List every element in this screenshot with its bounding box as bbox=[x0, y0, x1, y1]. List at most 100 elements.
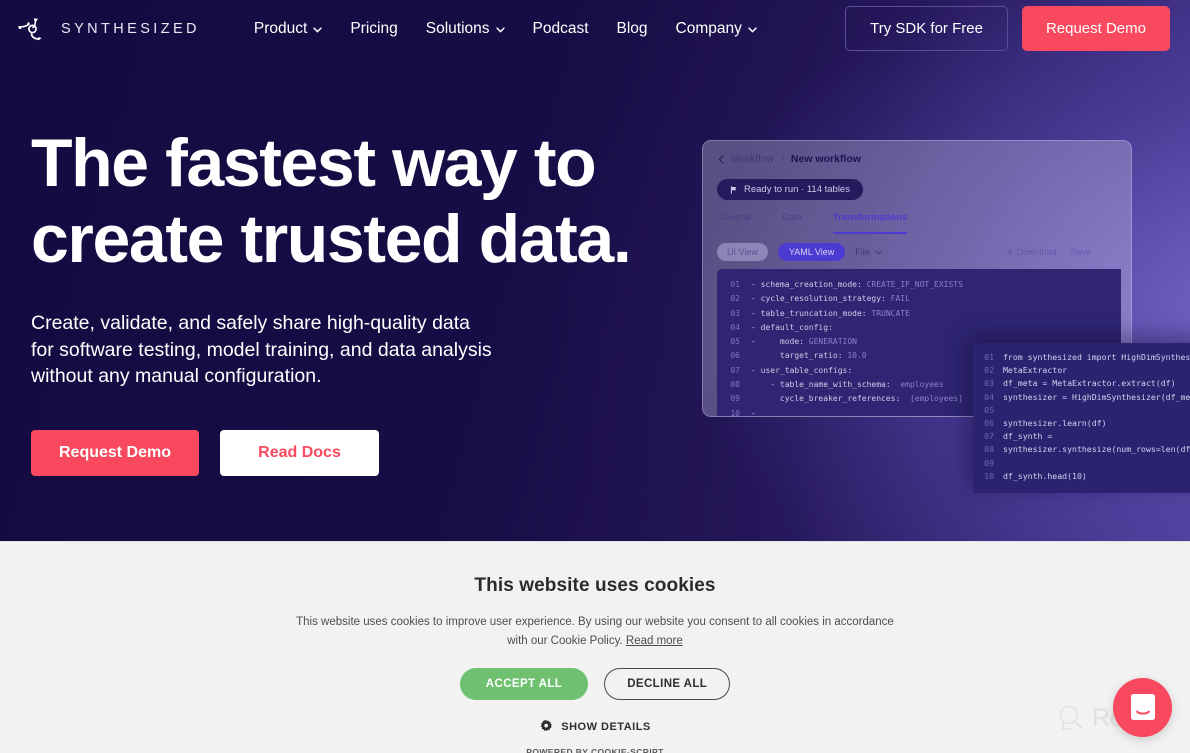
code-line: 10 df_synth.head(10) bbox=[973, 470, 1190, 483]
status-badge: Ready to run · 114 tables bbox=[717, 179, 863, 200]
code-value: FAIL bbox=[885, 294, 910, 304]
code-text: df_meta = MetaExtractor.extract(df) bbox=[1003, 378, 1176, 389]
nav-links: Product Pricing Solutions Podcast Blog C… bbox=[240, 12, 845, 46]
line-number: 09 bbox=[984, 457, 994, 468]
read-docs-button[interactable]: Read Docs bbox=[220, 429, 379, 476]
code-text: df_synth = bbox=[1003, 431, 1053, 442]
download-icon bbox=[1006, 247, 1014, 255]
code-line: 07 df_synth = bbox=[973, 430, 1190, 443]
code-key: - bbox=[751, 408, 756, 417]
chevron-down-icon bbox=[313, 26, 323, 33]
download-button[interactable]: Download bbox=[1006, 247, 1057, 257]
code-value: TRUNCATE bbox=[866, 308, 910, 318]
breadcrumb-parent[interactable]: Workflow bbox=[731, 153, 774, 165]
line-number: 05 bbox=[730, 337, 740, 347]
breadcrumb-current: New workflow bbox=[790, 153, 861, 165]
file-select[interactable]: File bbox=[855, 247, 882, 257]
main-navbar: SYNTHESIZED Product Pricing Solutions Po… bbox=[0, 0, 1190, 57]
code-text: synthesizer.learn(df) bbox=[1003, 418, 1107, 429]
code-line: 02 - cycle_resolution_strategy: FAIL bbox=[717, 292, 1121, 306]
nav-item-company[interactable]: Company bbox=[662, 12, 771, 46]
breadcrumb: Workflow / New workflow bbox=[703, 141, 1131, 165]
file-select-label: File bbox=[855, 247, 870, 257]
line-number: 05 bbox=[984, 404, 994, 415]
nav-item-label: Solutions bbox=[425, 19, 490, 37]
chevron-left-icon[interactable] bbox=[718, 154, 724, 164]
code-key: target_ratio: bbox=[751, 351, 843, 361]
nav-item-blog[interactable]: Blog bbox=[603, 12, 662, 46]
code-text: synthesizer = HighDimSynthesizer(df_meta… bbox=[1003, 391, 1190, 402]
nav-item-podcast[interactable]: Podcast bbox=[519, 12, 603, 46]
request-demo-nav-button[interactable]: Request Demo bbox=[1021, 6, 1170, 51]
line-number: 06 bbox=[730, 351, 740, 361]
code-line: 06 synthesizer.learn(df) bbox=[973, 417, 1190, 430]
page-title: The fastest way to create trusted data. bbox=[31, 125, 671, 277]
line-number: 01 bbox=[730, 280, 740, 289]
breadcrumb-separator: / bbox=[780, 153, 784, 165]
nav-item-pricing[interactable]: Pricing bbox=[336, 12, 411, 46]
chat-launcher-button[interactable] bbox=[1113, 678, 1172, 737]
code-line: 09 bbox=[973, 457, 1190, 470]
decline-all-button[interactable]: DECLINE ALL bbox=[604, 668, 731, 700]
code-text: df_synth.head(10) bbox=[1003, 470, 1087, 481]
nav-item-product[interactable]: Product bbox=[240, 12, 336, 46]
code-value: GENERATION bbox=[803, 337, 857, 347]
python-code-block: 01 from synthesized import HighDimSynthes… bbox=[973, 343, 1190, 493]
code-line: 03 - table_truncation_mode: TRUNCATE bbox=[717, 307, 1121, 321]
line-number: 04 bbox=[984, 391, 994, 402]
cookie-banner-title: This website uses cookies bbox=[474, 575, 716, 596]
hero-title-line-2: create trusted data. bbox=[31, 201, 632, 277]
hero-subtitle-line-3: without any manual configuration. bbox=[31, 365, 322, 387]
line-number: 02 bbox=[730, 294, 740, 304]
code-key: - user_table_configs: bbox=[751, 365, 853, 375]
hero-buttons: Request Demo Read Docs bbox=[31, 429, 671, 476]
code-line: 02 MetaExtractor bbox=[973, 364, 1190, 377]
line-number: 04 bbox=[730, 322, 740, 332]
hero-subtitle-line-1: Create, validate, and safely share high-… bbox=[31, 312, 471, 334]
line-number: 01 bbox=[984, 352, 994, 362]
code-key: cycle_breaker_references: bbox=[751, 394, 901, 404]
gear-icon bbox=[541, 720, 553, 731]
download-label: Download bbox=[1016, 247, 1057, 257]
save-button[interactable]: Save bbox=[1070, 247, 1091, 257]
code-value: employees bbox=[890, 380, 944, 390]
show-details-button[interactable]: SHOW DETAILS bbox=[0, 720, 1190, 733]
line-number: 03 bbox=[730, 308, 740, 318]
request-demo-hero-button[interactable]: Request Demo bbox=[31, 429, 199, 476]
cookie-banner-buttons: ACCEPT ALL DECLINE ALL bbox=[0, 668, 1190, 700]
hero-copy: The fastest way to create trusted data. … bbox=[31, 125, 671, 476]
code-value: CREATE_IF_NOT_EXISTS bbox=[861, 280, 963, 289]
show-details-label: SHOW DETAILS bbox=[561, 720, 651, 733]
line-number: 06 bbox=[984, 418, 994, 429]
code-value: [employees] bbox=[900, 394, 963, 404]
chevron-down-icon bbox=[874, 250, 882, 254]
status-badge-label: Ready to run · 114 tables bbox=[744, 184, 850, 195]
nav-actions: Try SDK for Free Request Demo bbox=[845, 6, 1170, 51]
yaml-view-toggle[interactable]: YAML View bbox=[777, 243, 846, 261]
code-line: 01 - schema_creation_mode: CREATE_IF_NOT_… bbox=[717, 278, 1121, 292]
code-key: - table_truncation_mode: bbox=[751, 308, 867, 318]
line-number: 02 bbox=[984, 365, 994, 376]
tab-transformations[interactable]: Transformations bbox=[832, 212, 908, 234]
product-toolbar: UI View YAML View File Download Save bbox=[717, 243, 1131, 261]
nav-item-label: Blog bbox=[616, 19, 648, 37]
code-key: - cycle_resolution_strategy: bbox=[751, 294, 886, 304]
nav-item-label: Company bbox=[675, 19, 742, 37]
brand-logo[interactable]: SYNTHESIZED bbox=[16, 12, 200, 46]
brand-name: SYNTHESIZED bbox=[61, 20, 200, 37]
accept-all-button[interactable]: ACCEPT ALL bbox=[459, 668, 589, 700]
ui-view-toggle[interactable]: UI View bbox=[717, 243, 768, 261]
code-key: - table_name_with_schema: bbox=[751, 380, 891, 390]
tab-general[interactable]: General bbox=[717, 212, 751, 234]
line-number: 07 bbox=[730, 365, 740, 375]
nav-item-solutions[interactable]: Solutions bbox=[412, 12, 519, 46]
tab-data[interactable]: Data bbox=[782, 212, 802, 234]
code-text: synthesizer.synthesize(num_rows=len(df)) bbox=[1003, 444, 1190, 455]
cookie-text-line-1: This website uses cookies to improve use… bbox=[296, 616, 832, 628]
line-number: 10 bbox=[984, 470, 994, 481]
code-line: 04 - default_config: bbox=[717, 321, 1121, 335]
code-text: MetaExtractor bbox=[1003, 365, 1068, 376]
product-tabs: General Data Transformations bbox=[717, 212, 1131, 234]
try-sdk-button[interactable]: Try SDK for Free bbox=[845, 6, 1008, 51]
read-more-link[interactable]: Read more bbox=[626, 635, 683, 647]
